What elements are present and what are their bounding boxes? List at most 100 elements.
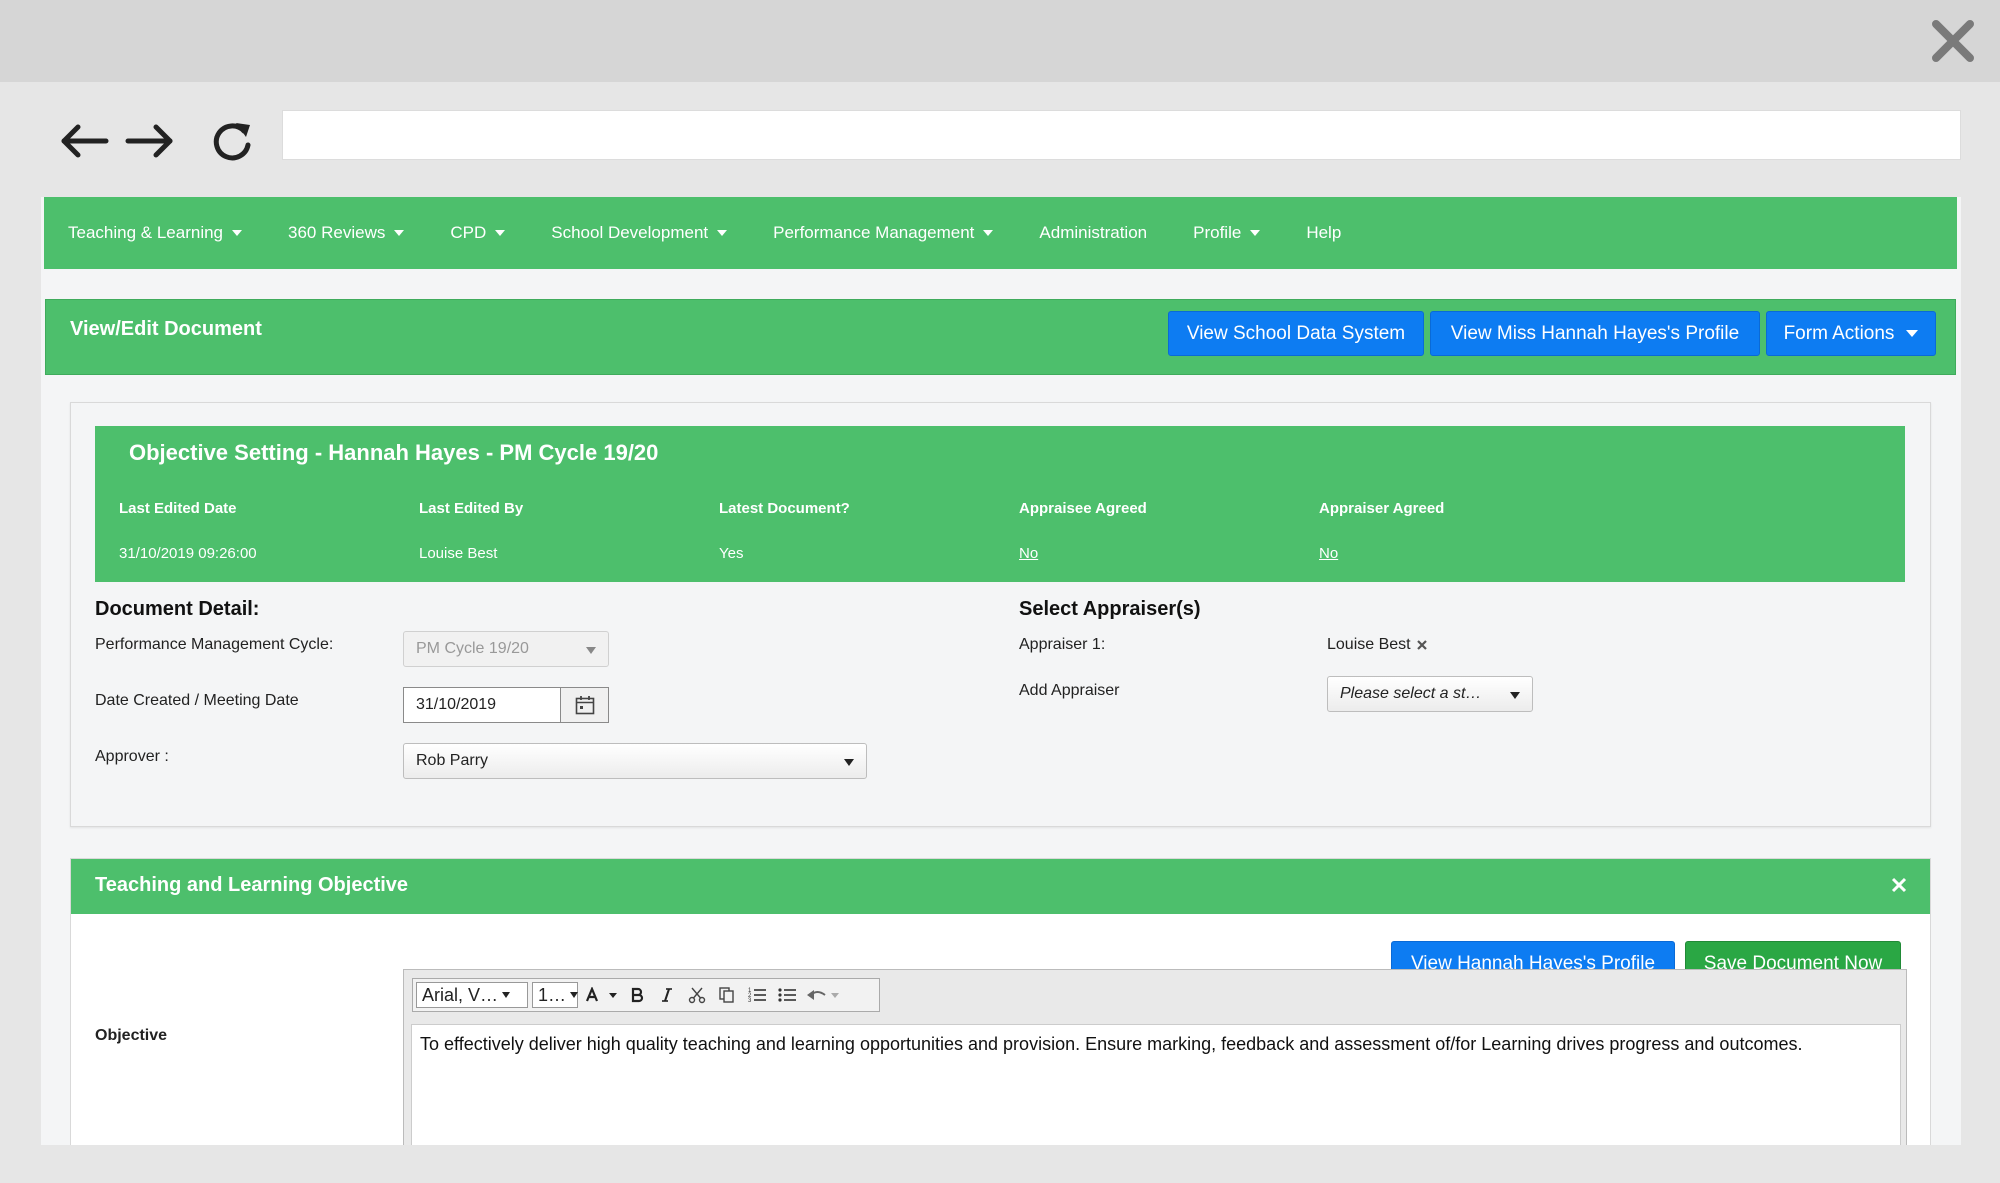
add-appraiser-label: Add Appraiser (1019, 682, 1120, 699)
approver-label: Approver : (95, 748, 169, 765)
nav-teaching-learning[interactable]: Teaching & Learning (68, 223, 243, 243)
document-header: View/Edit Document View School Data Syst… (45, 299, 1956, 375)
font-size-value: 1… (538, 984, 567, 1005)
info-appraiser-agreed: Appraiser Agreed No (1319, 500, 1619, 562)
document-title: Objective Setting - Hannah Hayes - PM Cy… (129, 440, 659, 465)
cut-button[interactable] (682, 982, 712, 1008)
close-icon[interactable] (1928, 16, 1978, 66)
chevron-down-icon (1510, 692, 1520, 699)
document-banner: Objective Setting - Hannah Hayes - PM Cy… (95, 426, 1905, 582)
nav-help[interactable]: Help (1306, 223, 1341, 243)
back-arrow-icon[interactable] (58, 117, 110, 165)
scissors-icon (688, 987, 706, 1004)
add-appraiser-placeholder: Please select a st… (1340, 685, 1482, 702)
caret-down-icon (717, 230, 728, 236)
font-family-value: Arial, V… (422, 984, 499, 1005)
approver-select[interactable]: Rob Parry (403, 743, 867, 779)
info-latest-document: Latest Document? Yes (719, 500, 1019, 562)
reload-icon[interactable] (206, 117, 258, 165)
appraiser1-chip: Louise Best (1327, 636, 1428, 654)
close-icon[interactable] (1890, 876, 1908, 894)
form-actions-label: Form Actions (1783, 322, 1895, 344)
info-heading: Last Edited By (419, 500, 524, 517)
numbered-list-icon: 1 2 3 (748, 988, 766, 1004)
nav-school-development[interactable]: School Development (551, 223, 728, 243)
browser-toolbar (0, 82, 2000, 197)
caret-down-icon (495, 230, 506, 236)
font-size-select[interactable]: 1… (532, 982, 579, 1008)
italic-icon (662, 988, 672, 1002)
undo-icon (807, 990, 839, 1000)
nav-label: Administration (1039, 223, 1148, 242)
chevron-down-icon (586, 647, 596, 654)
nav-performance-management[interactable]: Performance Management (773, 223, 994, 243)
italic-button[interactable] (652, 982, 682, 1008)
remove-appraiser-icon[interactable] (1416, 639, 1428, 651)
window-titlebar (0, 0, 2000, 82)
cycle-value: PM Cycle 19/20 (416, 640, 529, 657)
date-label: Date Created / Meeting Date (95, 692, 299, 709)
info-appraisee-agreed: Appraisee Agreed No (1019, 500, 1319, 562)
info-heading: Last Edited Date (119, 500, 237, 517)
select-appraisers-heading: Select Appraiser(s) (1019, 598, 1201, 620)
undo-button[interactable] (802, 982, 844, 1008)
info-value: Yes (719, 545, 744, 562)
chevron-down-icon (570, 992, 579, 998)
objective-panel-header: Teaching and Learning Objective (71, 859, 1930, 914)
caret-down-icon (983, 230, 994, 236)
bold-button[interactable] (622, 982, 652, 1008)
info-last-edited-by: Last Edited By Louise Best (419, 500, 719, 562)
date-input[interactable]: 31/10/2019 (403, 687, 561, 723)
appraiser-agreed-link[interactable]: No (1319, 545, 1619, 562)
document-card: Objective Setting - Hannah Hayes - PM Cy… (70, 402, 1931, 827)
calendar-button[interactable] (561, 687, 609, 723)
caret-down-icon (232, 230, 243, 236)
text-color-icon (585, 987, 617, 1002)
info-value: Louise Best (419, 545, 498, 562)
info-value: 31/10/2019 09:26:00 (119, 545, 257, 562)
nav-label: Teaching & Learning (68, 223, 224, 242)
numbered-list-button[interactable]: 1 2 3 (742, 982, 772, 1008)
view-profile-button[interactable]: View Miss Hannah Hayes's Profile (1430, 311, 1760, 356)
font-family-select[interactable]: Arial, V… (416, 982, 528, 1008)
caret-down-icon (1906, 330, 1919, 337)
rich-text-editor: Arial, V… 1… 1 2 3 To effectively delive… (403, 969, 1907, 1145)
objective-label: Objective (95, 1027, 168, 1044)
appraisee-agreed-link[interactable]: No (1019, 545, 1319, 562)
caret-down-icon (1250, 230, 1261, 236)
nav-label: Help (1306, 223, 1342, 242)
nav-label: Performance Management (773, 223, 975, 242)
form-actions-button[interactable]: Form Actions (1766, 311, 1936, 356)
page-title: View/Edit Document (70, 318, 262, 340)
copy-icon (719, 987, 734, 1003)
chevron-down-icon (844, 759, 854, 766)
cycle-select: PM Cycle 19/20 (403, 631, 609, 667)
appraiser1-value: Louise Best (1327, 636, 1411, 653)
bullet-list-button[interactable] (772, 982, 802, 1008)
copy-button[interactable] (712, 982, 742, 1008)
page-viewport: Teaching & Learning 360 Reviews CPD Scho… (41, 197, 1961, 1145)
info-heading: Appraiser Agreed (1319, 500, 1445, 517)
forward-arrow-icon[interactable] (124, 117, 176, 165)
objective-text-area[interactable]: To effectively deliver high quality teac… (411, 1024, 1901, 1145)
nav-360-reviews[interactable]: 360 Reviews (288, 223, 405, 243)
nav-profile[interactable]: Profile (1193, 223, 1261, 243)
objective-panel-title: Teaching and Learning Objective (95, 874, 409, 896)
nav-label: Profile (1193, 223, 1242, 242)
text-color-button[interactable] (582, 982, 622, 1008)
document-detail-heading: Document Detail: (95, 598, 260, 620)
info-heading: Latest Document? (719, 500, 850, 517)
calendar-icon (575, 696, 594, 715)
add-appraiser-select[interactable]: Please select a st… (1327, 676, 1533, 712)
main-navbar: Teaching & Learning 360 Reviews CPD Scho… (44, 197, 1957, 269)
objective-panel: Teaching and Learning Objective View Han… (70, 858, 1931, 1145)
view-school-data-button[interactable]: View School Data System (1168, 311, 1424, 356)
caret-down-icon (394, 230, 405, 236)
nav-administration[interactable]: Administration (1039, 223, 1147, 243)
nav-cpd[interactable]: CPD (450, 223, 506, 243)
address-bar[interactable] (282, 110, 1961, 160)
editor-toolbar: Arial, V… 1… 1 2 3 (412, 978, 880, 1012)
info-last-edited-date: Last Edited Date 31/10/2019 09:26:00 (119, 500, 419, 562)
svg-text:3: 3 (748, 998, 752, 1004)
approver-value: Rob Parry (416, 752, 489, 769)
